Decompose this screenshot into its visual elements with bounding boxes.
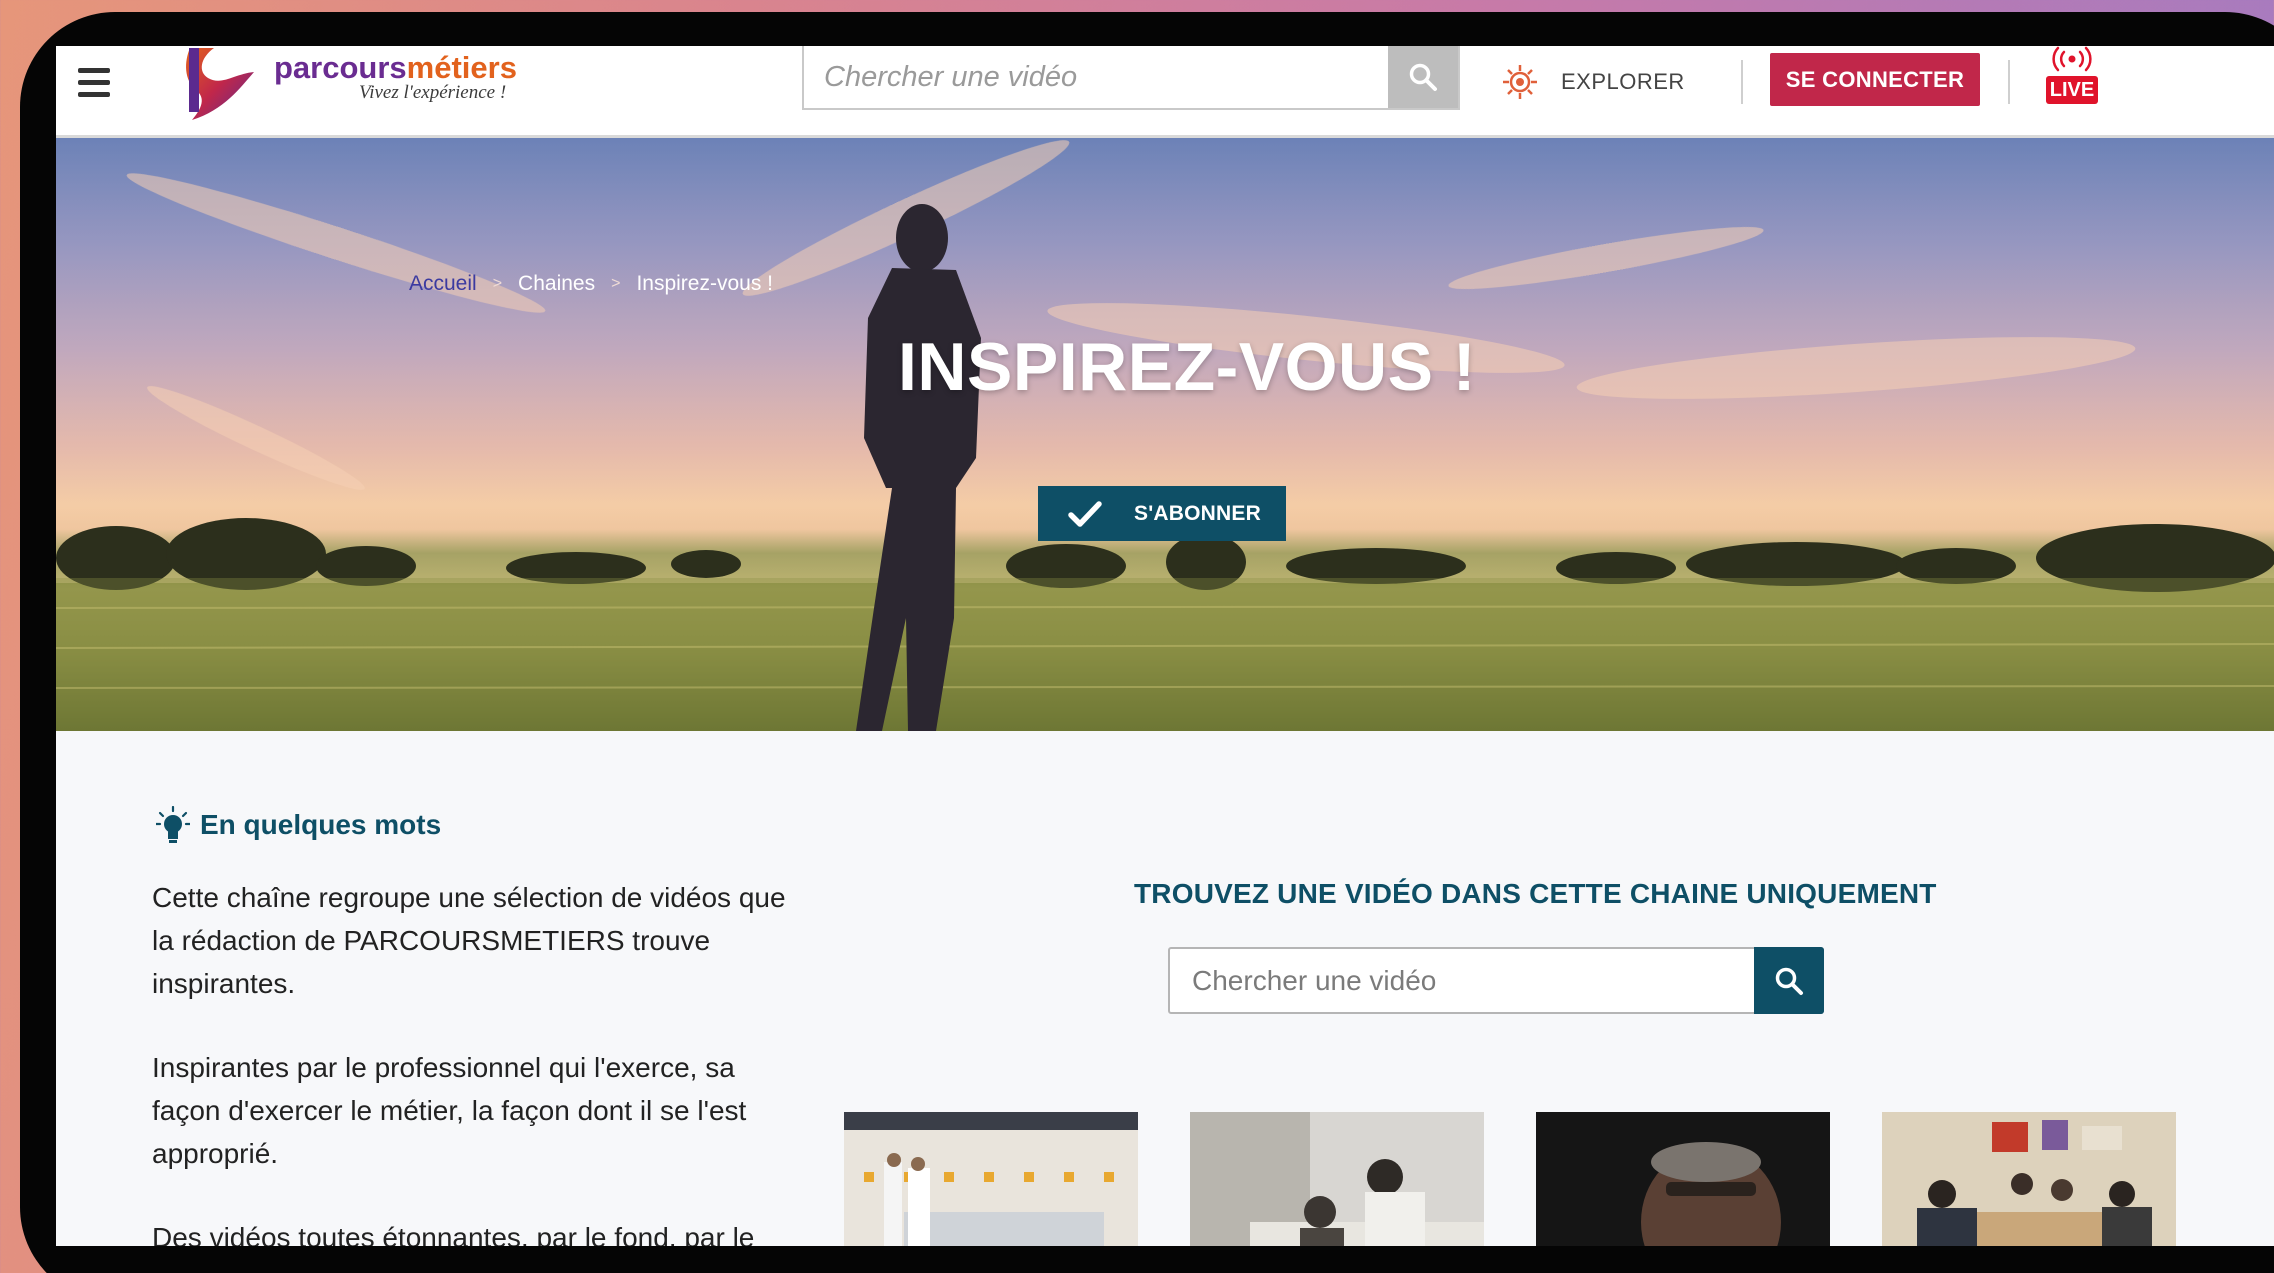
logo-word-metiers: métiers [406,50,517,85]
hamburger-icon[interactable] [78,68,110,98]
subscribe-label: S'ABONNER [1134,501,1261,525]
about-heading-text: En quelques mots [200,809,442,840]
video-thumbnail-image [844,1112,1138,1246]
breadcrumb-separator: > [611,275,621,292]
channel-search-button[interactable] [1754,947,1824,1014]
video-thumbnail-image [1882,1112,2176,1246]
about-paragraph: Cette chaîne regroupe une sélection de v… [152,882,786,999]
video-thumbnail[interactable] [1536,1112,1830,1246]
compass-icon [1503,65,1537,99]
about-paragraph: Inspirantes par le professionnel qui l'e… [152,1052,747,1169]
header-divider [1741,60,1743,104]
explore-link[interactable]: EXPLORER [1501,62,1685,102]
header-search-button[interactable] [1388,46,1458,108]
video-thumbnail[interactable] [844,1112,1138,1246]
page-title: INSPIREZ-VOUS ! [898,329,1476,405]
video-thumbnail-image [1536,1112,1830,1246]
lightbulb-icon [156,806,190,843]
about-heading: En quelques mots [156,806,441,844]
video-thumbnail[interactable] [1190,1112,1484,1246]
live-badge: LIVE [2046,76,2098,104]
breadcrumb: Accueil > Chaines > Inspirez-vous ! [409,272,773,296]
header-search-input[interactable] [804,46,1384,108]
search-icon [1775,967,1803,995]
subscribe-button[interactable]: S'ABONNER [1038,486,1286,541]
about-description: Cette chaîne regroupe une sélection de v… [152,876,802,1246]
broadcast-icon [2052,46,2092,72]
breadcrumb-separator: > [492,275,503,292]
channel-search-title: TROUVEZ UNE VIDÉO DANS CETTE CHAINE UNIQ… [1134,878,1937,909]
breadcrumb-current: Inspirez-vous ! [636,272,774,295]
browser-viewport: parcoursmétiers Vivez l'expérience ! Che… [56,46,2274,1246]
video-thumbnail[interactable] [1882,1112,2176,1246]
logo-wordmark: parcoursmétiers [274,50,517,86]
breadcrumb-home[interactable]: Accueil [409,272,477,296]
site-header: parcoursmétiers Vivez l'expérience ! Che… [56,46,2274,138]
video-thumbnail-image [1190,1112,1484,1246]
logo-tagline: Vivez l'expérience ! [359,82,507,103]
breadcrumb-channels[interactable]: Chaines [518,272,595,296]
checkmark-icon [1068,500,1102,527]
search-icon [1409,63,1437,91]
hero-background-image [56,138,2274,731]
header-divider [2008,60,2010,104]
channel-search-input[interactable] [1170,949,1750,1012]
header-search [802,46,1460,110]
live-button[interactable]: LIVE [2046,46,2102,108]
logo-mark-icon [186,48,254,120]
channel-hero: Accueil > Chaines > Inspirez-vous ! INSP… [56,138,2274,731]
about-paragraph: Des vidéos toutes étonnantes, par le fon… [152,1222,755,1246]
logo-word-parcours: parcours [274,50,407,85]
channel-search [1168,947,1824,1014]
explore-label: EXPLORER [1561,69,1685,94]
connect-button[interactable]: SE CONNECTER [1770,53,1980,106]
